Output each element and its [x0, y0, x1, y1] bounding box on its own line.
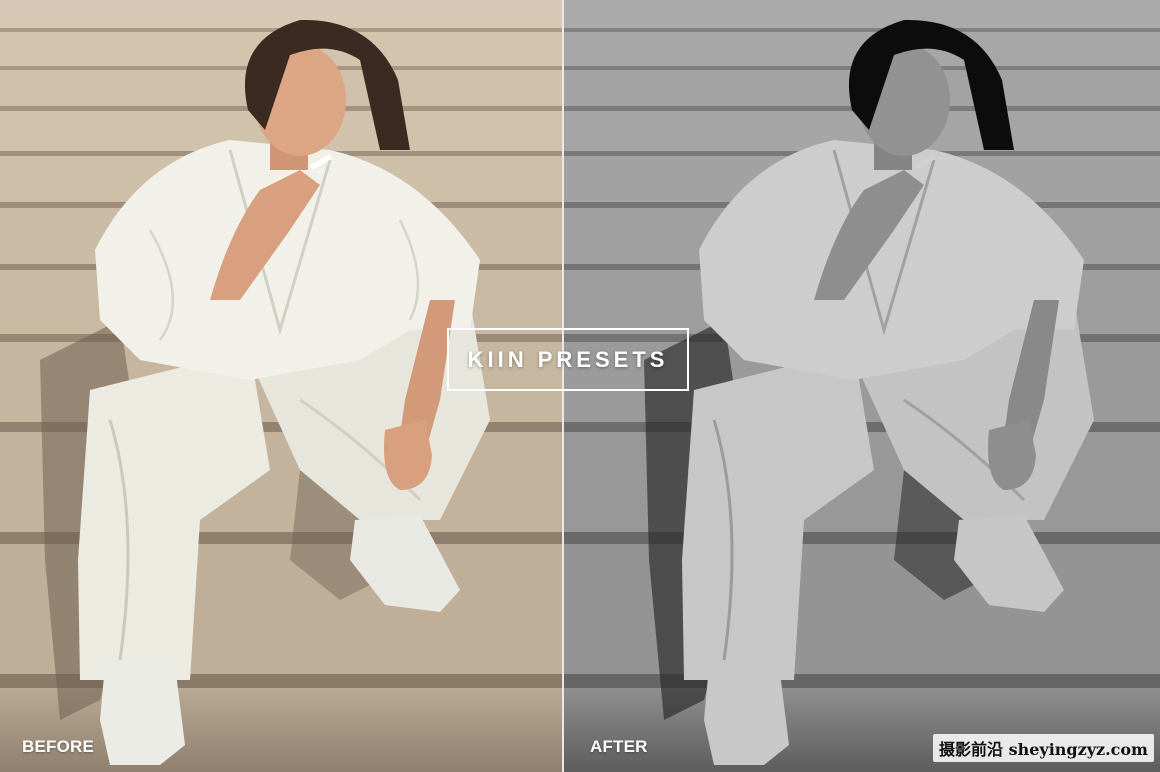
before-label: BEFORE: [22, 737, 95, 756]
brand-title: KIIN PRESETS: [467, 346, 669, 372]
after-label: AFTER: [590, 737, 648, 756]
site-watermark: 摄影前沿 sheyingzyz.com: [933, 734, 1154, 762]
brand-title-box: KIIN PRESETS: [447, 328, 689, 391]
